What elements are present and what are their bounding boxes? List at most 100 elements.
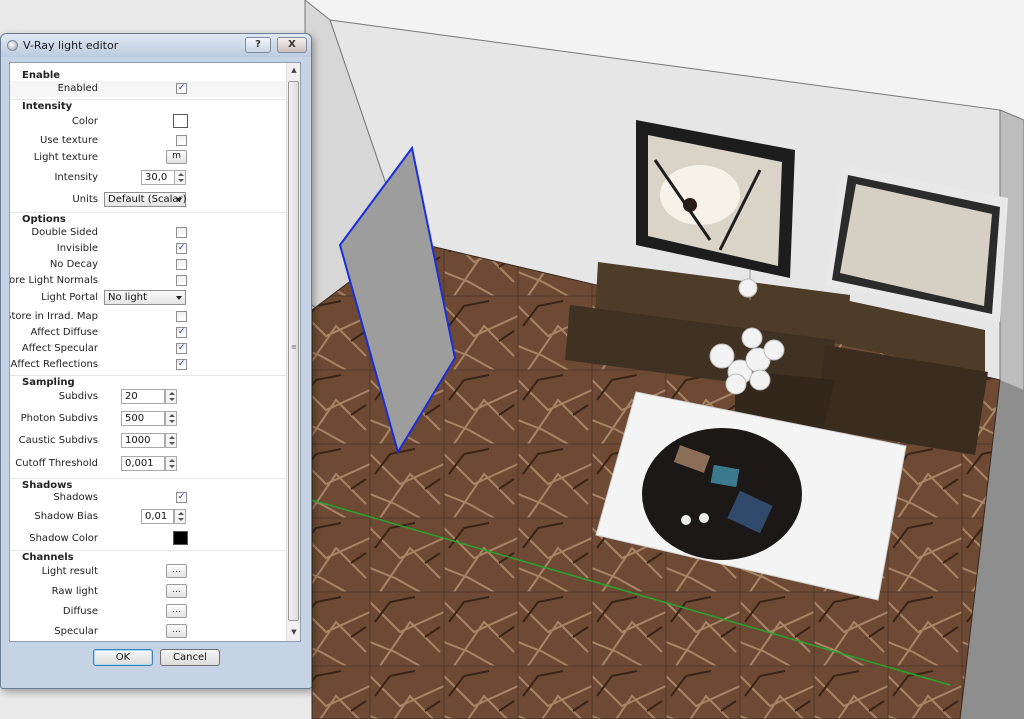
affect-diffuse-checkbox[interactable]: ✓	[176, 327, 187, 338]
row-shadows: Shadows ✓	[10, 490, 286, 506]
row-affect-reflections: Affect Reflections ✓	[10, 357, 286, 373]
row-subdivs: Subdivs 20	[10, 389, 286, 405]
photon-subdivs-spinner[interactable]	[165, 411, 177, 426]
row-channel-light-result: Light result ...	[10, 563, 286, 579]
units-dropdown-value: Default (Scalar)	[108, 194, 187, 205]
chevron-down-icon	[176, 296, 182, 300]
caustic-subdivs-input[interactable]: 1000	[121, 433, 165, 448]
grip-icon: ≡	[291, 343, 297, 351]
row-units: Units Default (Scalar)	[10, 192, 286, 208]
section-intensity: Intensity	[10, 99, 286, 112]
label-cutoff-threshold: Cutoff Threshold	[15, 458, 98, 469]
photon-subdivs-input[interactable]: 500	[121, 411, 165, 426]
cutoff-threshold-input[interactable]: 0,001	[121, 456, 165, 471]
properties-panel: Enable Enabled ✓ Intensity Color Use tex…	[9, 62, 301, 642]
section-sampling: Sampling	[10, 375, 286, 388]
light-portal-dropdown[interactable]: No light	[104, 290, 186, 305]
label-shadow-color: Shadow Color	[29, 533, 98, 544]
row-no-decay: No Decay	[10, 257, 286, 273]
row-channel-specular: Specular ...	[10, 623, 286, 639]
row-shadow-bias: Shadow Bias 0,01	[10, 509, 286, 525]
scroll-up-arrow-icon[interactable]: ▲	[287, 63, 300, 77]
row-channel-diffuse: Diffuse ...	[10, 603, 286, 619]
caustic-subdivs-spinner[interactable]	[165, 433, 177, 448]
subdivs-input[interactable]: 20	[121, 389, 165, 404]
label-ignore-light-normals: Ignore Light Normals	[9, 275, 98, 286]
dialog-title: V-Ray light editor	[23, 39, 119, 52]
label-no-decay: No Decay	[49, 259, 98, 270]
light-portal-dropdown-value: No light	[108, 292, 147, 303]
light-texture-map-button[interactable]: m	[166, 150, 187, 164]
row-affect-specular: Affect Specular ✓	[10, 341, 286, 357]
row-use-texture: Use texture	[10, 133, 286, 149]
ignore-light-normals-checkbox[interactable]	[176, 275, 187, 286]
app-icon	[7, 40, 18, 51]
enabled-checkbox[interactable]: ✓	[176, 83, 187, 94]
scroll-thumb[interactable]: ≡	[288, 81, 299, 621]
label-photon-subdivs: Photon Subdivs	[20, 413, 98, 424]
invisible-checkbox[interactable]: ✓	[176, 243, 187, 254]
label-shadows: Shadows	[53, 492, 98, 503]
label-light-portal: Light Portal	[41, 292, 98, 303]
label-enabled: Enabled	[57, 83, 98, 94]
label-raw-light: Raw light	[51, 586, 98, 597]
label-light-result: Light result	[41, 566, 98, 577]
intensity-spinner[interactable]	[174, 170, 186, 185]
shadow-bias-spinner[interactable]	[174, 509, 186, 524]
label-diffuse: Diffuse	[62, 606, 98, 617]
label-affect-reflections: Affect Reflections	[10, 359, 98, 370]
units-dropdown[interactable]: Default (Scalar)	[104, 192, 187, 207]
store-in-irrad-map-checkbox[interactable]	[176, 311, 187, 322]
coffee-table	[642, 428, 802, 560]
double-sided-checkbox[interactable]	[176, 227, 187, 238]
label-shadow-bias: Shadow Bias	[34, 511, 98, 522]
section-options: Options	[10, 212, 286, 225]
section-channels: Channels	[10, 550, 286, 563]
cutoff-threshold-spinner[interactable]	[165, 456, 177, 471]
label-light-texture: Light texture	[33, 152, 98, 163]
no-decay-checkbox[interactable]	[176, 259, 187, 270]
use-texture-checkbox[interactable]	[176, 135, 187, 146]
label-caustic-subdivs: Caustic Subdivs	[18, 435, 98, 446]
row-channel-raw-light: Raw light ...	[10, 583, 286, 599]
diffuse-button[interactable]: ...	[166, 604, 187, 618]
light-result-button[interactable]: ...	[166, 564, 187, 578]
help-button[interactable]: ?	[245, 37, 271, 53]
row-caustic-subdivs: Caustic Subdivs 1000	[10, 433, 286, 449]
scroll-down-arrow-icon[interactable]: ▼	[287, 625, 300, 639]
row-enabled: Enabled ✓	[10, 81, 286, 97]
row-affect-diffuse: Affect Diffuse ✓	[10, 325, 286, 341]
shadow-bias-input[interactable]: 0,01	[141, 509, 174, 524]
row-color: Color	[10, 113, 286, 129]
row-store-in-irrad-map: Store in Irrad. Map	[10, 309, 286, 325]
row-shadow-color: Shadow Color	[10, 530, 286, 546]
row-photon-subdivs: Photon Subdivs 500	[10, 411, 286, 427]
ok-button[interactable]: OK	[93, 649, 153, 666]
label-color: Color	[71, 116, 98, 127]
label-intensity: Intensity	[54, 172, 98, 183]
row-light-portal: Light Portal No light	[10, 290, 286, 306]
row-double-sided: Double Sided	[10, 225, 286, 241]
chevron-down-icon	[176, 198, 182, 202]
label-affect-specular: Affect Specular	[21, 343, 98, 354]
row-light-texture: Light texture m	[10, 149, 286, 165]
subdivs-spinner[interactable]	[165, 389, 177, 404]
vray-light-editor-dialog: V-Ray light editor ? X Enable Enabled ✓ …	[0, 33, 312, 689]
shadows-checkbox[interactable]: ✓	[176, 492, 187, 503]
raw-light-button[interactable]: ...	[166, 584, 187, 598]
row-invisible: Invisible ✓	[10, 241, 286, 257]
vertical-scrollbar[interactable]: ▲ ≡ ▼	[286, 63, 300, 641]
dialog-titlebar[interactable]: V-Ray light editor ? X	[1, 34, 311, 57]
specular-button[interactable]: ...	[166, 624, 187, 638]
shadow-color-swatch[interactable]	[173, 531, 188, 545]
color-swatch[interactable]	[173, 114, 188, 128]
label-specular: Specular	[54, 626, 98, 637]
row-cutoff-threshold: Cutoff Threshold 0,001	[10, 456, 286, 472]
row-intensity: Intensity 30,0	[10, 170, 286, 186]
close-button[interactable]: X	[277, 37, 307, 53]
cancel-button[interactable]: Cancel	[160, 649, 220, 666]
label-units: Units	[72, 194, 98, 205]
affect-reflections-checkbox[interactable]: ✓	[176, 359, 187, 370]
label-store-in-irrad-map: Store in Irrad. Map	[9, 311, 98, 322]
affect-specular-checkbox[interactable]: ✓	[176, 343, 187, 354]
